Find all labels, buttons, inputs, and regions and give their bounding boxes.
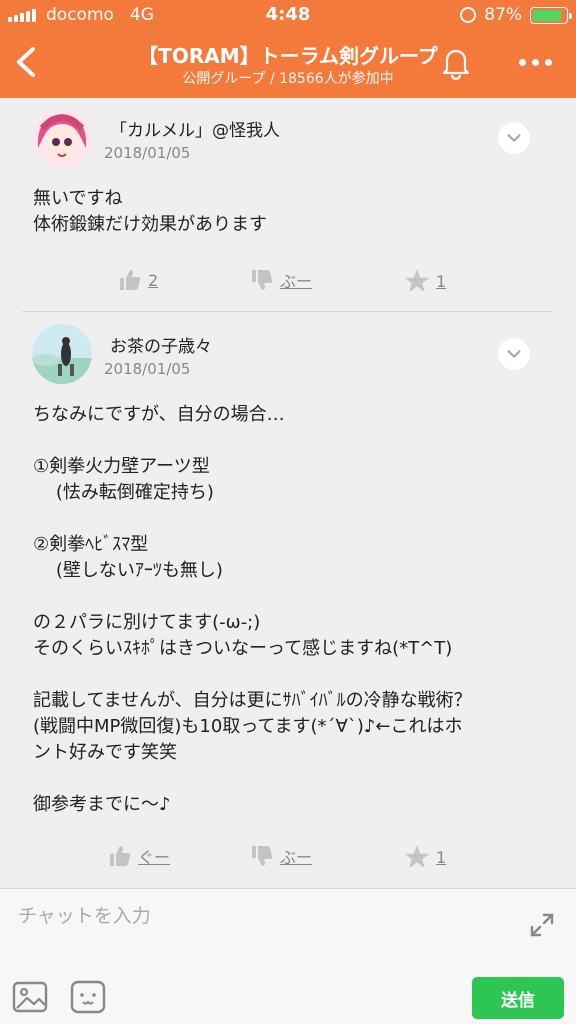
chevron-down-icon: [507, 350, 521, 358]
star-icon: [405, 269, 429, 292]
battery-percent: 87%: [484, 5, 522, 25]
emoji-icon: [70, 980, 106, 1014]
anime-avatar-icon: [32, 108, 92, 168]
dislike-label: ぶー: [280, 848, 313, 867]
like-label: ぐー: [138, 848, 171, 867]
post-menu-button[interactable]: [498, 122, 530, 154]
chevron-down-icon: [507, 134, 521, 142]
more-icon: [518, 58, 526, 66]
bell-icon: [442, 49, 470, 81]
dislike-label: ぶー: [280, 272, 313, 291]
more-button[interactable]: [512, 52, 558, 72]
post-body: ちなみにですが、自分の場合… ①剣拳火力壁アーツ型 (怯み転倒確定持ち) ②剣拳…: [33, 404, 472, 815]
group-subtitle: 公開グループ / 18566人が参加中: [182, 71, 394, 87]
post-date: 2018/01/05: [104, 360, 191, 378]
star-button[interactable]: 1: [404, 844, 446, 870]
chat-input-bar: 送信: [0, 888, 576, 1024]
like-button[interactable]: 2: [118, 268, 158, 292]
status-bar: docomo 4G 4:48 87%: [0, 0, 576, 30]
landscape-avatar-icon: [32, 324, 92, 384]
post: 「カルメル」@怪我人 2018/01/05 無いですね 体術鍛錬だけ効果がありま…: [0, 98, 576, 312]
thumbs-down-icon: [252, 846, 273, 866]
star-button[interactable]: 1: [404, 268, 446, 294]
dislike-button[interactable]: ぶー: [250, 844, 312, 868]
image-icon: [12, 981, 48, 1013]
post-author[interactable]: お茶の子歳々: [110, 332, 212, 357]
thumbs-down-icon: [252, 270, 273, 290]
avatar[interactable]: [32, 324, 92, 384]
battery-icon: [530, 6, 572, 24]
like-count: 2: [148, 270, 159, 290]
expand-button[interactable]: [526, 909, 558, 941]
post-body: 無いですね 体術鍛錬だけ効果があります: [33, 188, 267, 235]
avatar[interactable]: [32, 108, 92, 168]
like-button[interactable]: ぐー: [108, 844, 170, 868]
post-menu-button[interactable]: [498, 338, 530, 370]
star-count: 1: [436, 271, 447, 291]
thumbs-up-icon: [120, 270, 141, 290]
star-icon: [405, 845, 429, 868]
post-author[interactable]: 「カルメル」@怪我人: [110, 116, 280, 141]
rotation-lock-icon: [460, 7, 477, 23]
chat-input[interactable]: [18, 905, 498, 927]
dislike-button[interactable]: ぶー: [250, 268, 312, 292]
expand-icon: [530, 913, 554, 937]
post: お茶の子歳々 2018/01/05 ちなみにですが、自分の場合… ①剣拳火力壁ア…: [0, 312, 576, 888]
group-title: 【TORAM】トーラム剣グループ: [138, 44, 438, 68]
post-date: 2018/01/05: [104, 144, 191, 162]
group-header: 【TORAM】トーラム剣グループ 公開グループ / 18566人が参加中: [0, 30, 576, 98]
send-button[interactable]: 送信: [472, 977, 564, 1019]
notification-button[interactable]: [438, 44, 474, 81]
star-count: 1: [436, 847, 447, 867]
image-button[interactable]: [12, 979, 48, 1015]
thumbs-up-icon: [110, 846, 131, 866]
sticker-button[interactable]: [70, 979, 106, 1015]
